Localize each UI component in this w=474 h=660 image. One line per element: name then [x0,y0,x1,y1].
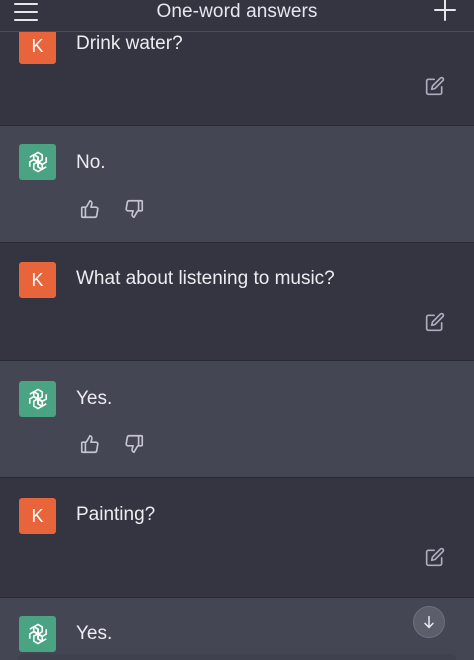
thumbs-down-icon[interactable] [123,198,145,220]
edit-icon[interactable] [425,312,445,332]
edit-icon[interactable] [425,547,445,567]
thumbs-down-icon[interactable] [123,433,145,455]
assistant-avatar-logo-icon [19,616,56,652]
message-text: Yes. [76,388,113,409]
edit-icon[interactable] [425,76,445,96]
user-avatar: K [19,262,56,298]
thumbs-up-icon[interactable] [79,433,101,455]
user-avatar: K [19,498,56,534]
message-text: Yes. [76,623,113,644]
message-text: Painting? [76,504,156,525]
scroll-down-arrow-icon[interactable] [413,606,445,638]
assistant-avatar-logo-icon [19,144,56,180]
chat-screen: K Drink water? No. K What about listenin… [0,0,474,660]
input-bar-edge [18,654,456,660]
message-row-assistant: No. [0,126,474,243]
message-row-assistant: Yes. [0,598,474,660]
message-text: Drink water? [76,33,183,54]
top-bar: One-word answers [0,0,474,32]
message-row-user: K Painting? [0,478,474,598]
message-row-assistant: Yes. [0,361,474,478]
thumbs-up-icon[interactable] [79,198,101,220]
assistant-avatar-logo-icon [19,381,56,417]
message-text: No. [76,152,106,173]
user-avatar: K [19,28,56,64]
chat-title: One-word answers [156,1,318,22]
message-row-user: K What about listening to music? [0,243,474,361]
plus-icon[interactable] [432,0,458,23]
message-text: What about listening to music? [76,268,335,289]
